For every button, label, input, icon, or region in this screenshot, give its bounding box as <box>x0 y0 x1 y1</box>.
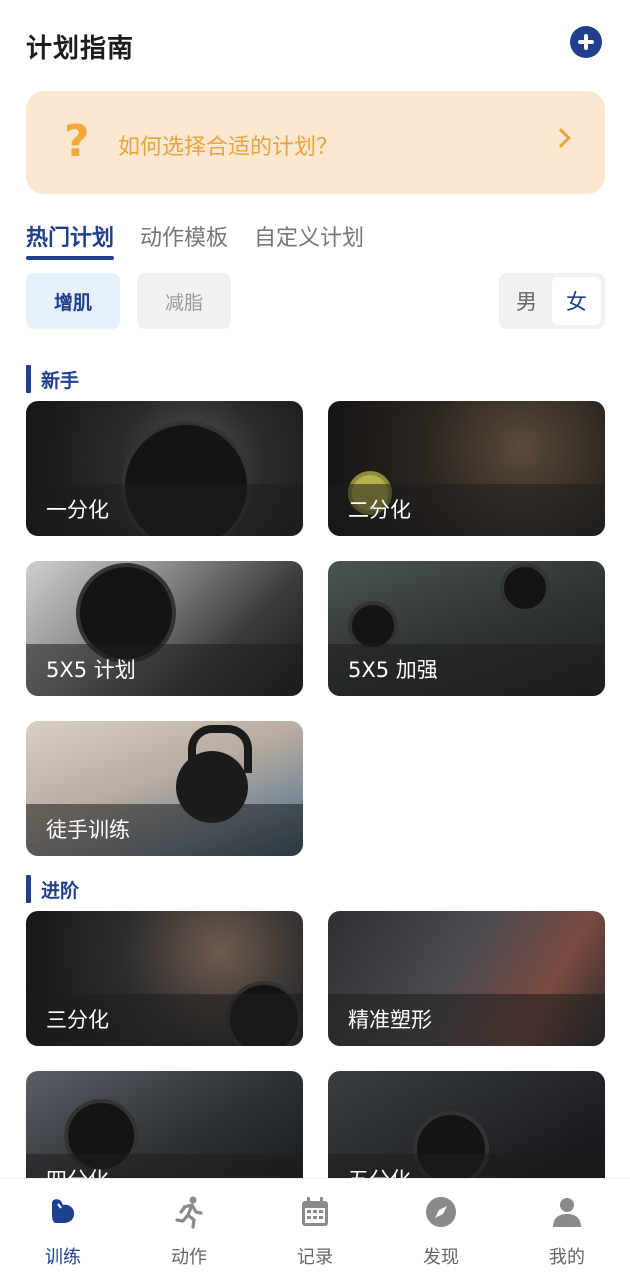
tabbar-item-training[interactable]: 训练 <box>0 1179 126 1280</box>
plan-card-label: 二分化 <box>328 484 605 536</box>
barbell-plate-image <box>500 563 550 613</box>
bottom-tab-bar: 训练 动作 记录 发现 我的 <box>0 1178 630 1280</box>
tabbar-label: 动作 <box>171 1247 207 1268</box>
tabbar-item-actions[interactable]: 动作 <box>126 1179 252 1280</box>
tab-custom-plans[interactable]: 自定义计划 <box>254 220 364 260</box>
plan-card-label: 一分化 <box>26 484 303 536</box>
gender-toggle: 男 女 <box>499 273 605 329</box>
section-title: 进阶 <box>41 879 80 902</box>
section-advanced: 进阶 <box>26 874 79 904</box>
filter-fat-loss[interactable]: 减脂 <box>137 273 231 329</box>
compass-icon <box>426 1197 456 1227</box>
plan-card-label: 精准塑形 <box>328 994 605 1046</box>
section-beginner: 新手 <box>26 364 79 394</box>
plan-card[interactable]: 5X5 计划 <box>26 561 303 696</box>
running-person-icon <box>175 1196 203 1229</box>
plan-card[interactable]: 5X5 加强 <box>328 561 605 696</box>
section-marker <box>26 365 31 393</box>
tab-hot-plans[interactable]: 热门计划 <box>26 220 115 260</box>
plan-card-label: 徒手训练 <box>26 804 303 856</box>
calendar-icon <box>302 1197 328 1226</box>
guide-text: 如何选择合适的计划？ <box>118 135 339 160</box>
section-title: 新手 <box>41 369 80 392</box>
plan-card-label: 三分化 <box>26 994 303 1046</box>
add-plan-button[interactable] <box>570 26 602 58</box>
tabbar-label: 训练 <box>45 1247 81 1268</box>
chevron-right-icon <box>551 128 571 148</box>
muscle-arm-icon <box>52 1199 75 1223</box>
gender-male-option[interactable]: 男 <box>502 277 551 325</box>
tabbar-label: 我的 <box>549 1247 585 1268</box>
tabbar-item-records[interactable]: 记录 <box>252 1179 378 1280</box>
section-marker <box>26 875 31 903</box>
plan-card[interactable]: 精准塑形 <box>328 911 605 1046</box>
gender-female-option[interactable]: 女 <box>552 277 601 325</box>
person-icon <box>553 1198 581 1227</box>
tab-action-templates[interactable]: 动作模板 <box>140 220 228 260</box>
tabbar-label: 发现 <box>423 1247 459 1268</box>
page-title: 计划指南 <box>26 34 135 64</box>
tabbar-label: 记录 <box>297 1247 333 1268</box>
plan-card-label: 5X5 计划 <box>26 644 303 696</box>
plan-card[interactable]: 二分化 <box>328 401 605 536</box>
plan-tabs: 热门计划 动作模板 自定义计划 <box>26 220 390 260</box>
header: 计划指南 <box>0 0 630 90</box>
tabbar-item-mine[interactable]: 我的 <box>504 1179 630 1280</box>
plan-card[interactable]: 徒手训练 <box>26 721 303 856</box>
plan-card[interactable]: 一分化 <box>26 401 303 536</box>
filter-gain-muscle[interactable]: 增肌 <box>26 273 120 329</box>
tabbar-item-discover[interactable]: 发现 <box>378 1179 504 1280</box>
question-mark-icon: ? <box>64 116 90 167</box>
plan-card-label: 5X5 加强 <box>328 644 605 696</box>
plan-card[interactable]: 三分化 <box>26 911 303 1046</box>
guide-banner[interactable]: ? 如何选择合适的计划？ <box>26 91 605 194</box>
